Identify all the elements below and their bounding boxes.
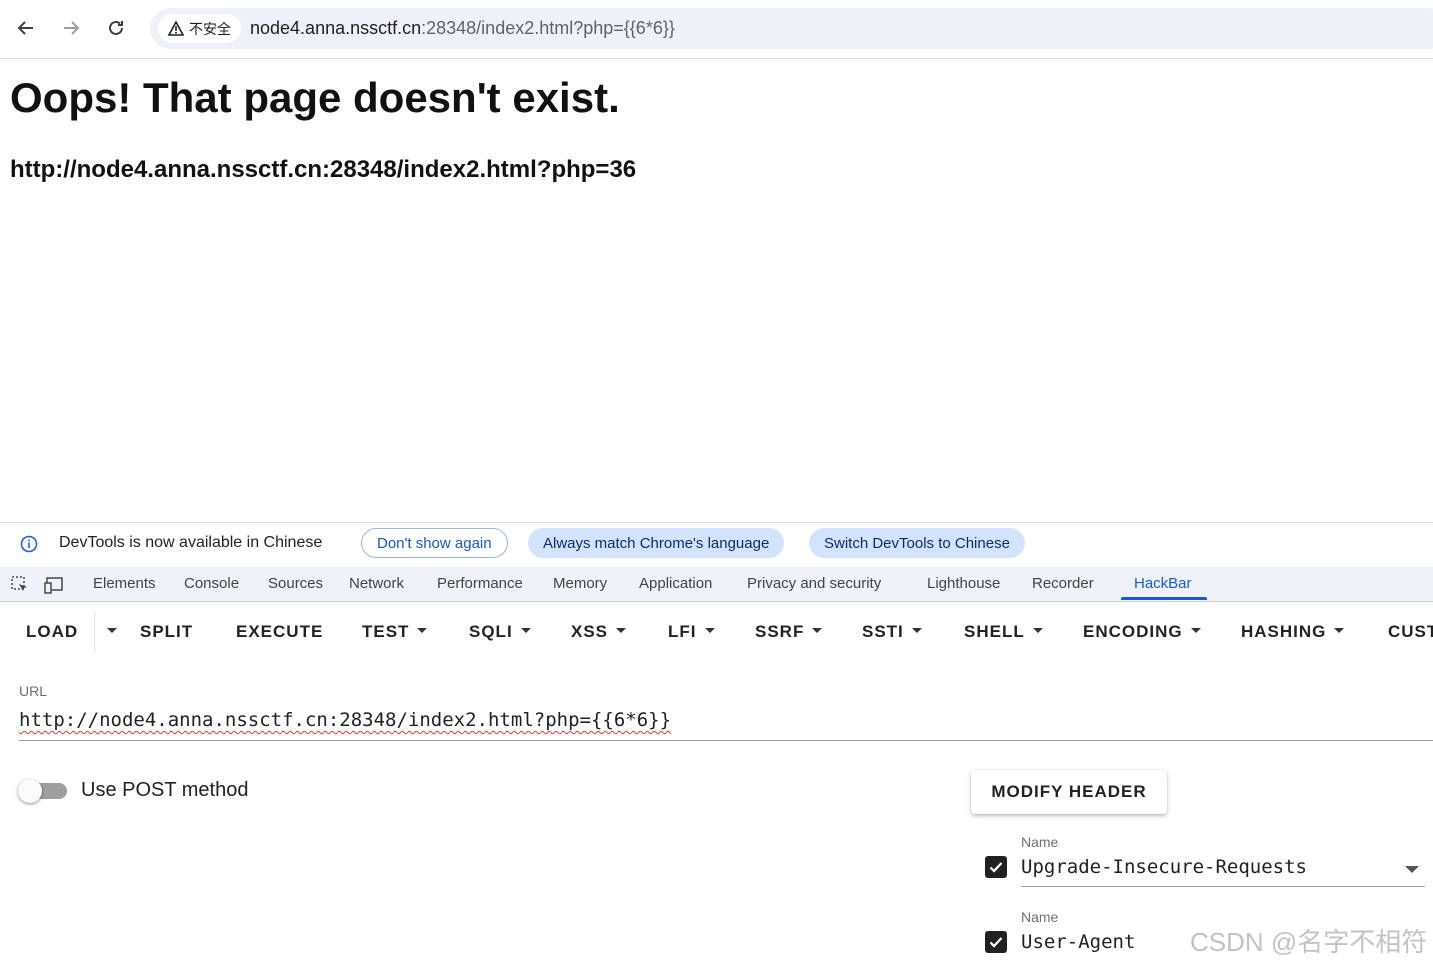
tab-application[interactable]: Application xyxy=(639,575,712,592)
forward-button[interactable] xyxy=(55,12,87,44)
url-path: :28348/index2.html?php={{6*6}} xyxy=(421,18,675,38)
test-label: TEST xyxy=(362,622,410,641)
browser-toolbar: 不安全 node4.anna.nssctf.cn:28348/index2.ht… xyxy=(0,0,1433,59)
url-field-label: URL xyxy=(19,683,48,699)
csdn-watermark: CSDN @名字不相符 xyxy=(1190,927,1428,957)
page-title: Oops! That page doesn't exist. xyxy=(10,74,620,121)
post-method-label: Use POST method xyxy=(81,779,249,801)
tab-privacy-security[interactable]: Privacy and security xyxy=(747,575,881,592)
lfi-label: LFI xyxy=(668,622,697,641)
split-button[interactable]: SPLIT xyxy=(140,622,193,642)
tab-console[interactable]: Console xyxy=(184,575,239,592)
header-input-underline xyxy=(1021,886,1425,887)
shell-menu-button[interactable]: SHELL xyxy=(964,622,1043,642)
tab-sources[interactable]: Sources xyxy=(268,575,323,592)
chevron-down-icon xyxy=(520,628,531,634)
modify-header-button[interactable]: MODIFY HEADER xyxy=(971,770,1167,814)
encoding-label: ENCODING xyxy=(1083,622,1183,641)
page-url-line: http://node4.anna.nssctf.cn:28348/index2… xyxy=(10,156,637,183)
chevron-down-icon xyxy=(911,628,922,634)
info-icon xyxy=(20,535,38,553)
header-name-label: Name xyxy=(1021,909,1059,925)
header-name-input[interactable]: Upgrade-Insecure-Requests xyxy=(1021,856,1307,878)
ssti-label: SSTI xyxy=(862,622,904,641)
devtools-tabstrip: Elements Console Sources Network Perform… xyxy=(0,567,1433,602)
toggle-knob[interactable] xyxy=(18,779,42,803)
lfi-menu-button[interactable]: LFI xyxy=(668,622,715,642)
security-label: 不安全 xyxy=(189,20,231,37)
execute-button[interactable]: EXECUTE xyxy=(236,622,323,642)
xss-label: XSS xyxy=(571,622,609,641)
reload-icon xyxy=(109,20,123,35)
ssrf-label: SSRF xyxy=(755,622,805,641)
dropdown-arrow-icon[interactable] xyxy=(1405,866,1419,873)
header-enabled-checkbox[interactable] xyxy=(985,931,1007,953)
reload-button[interactable] xyxy=(100,12,132,44)
back-arrow-icon xyxy=(17,21,33,35)
tab-lighthouse[interactable]: Lighthouse xyxy=(927,575,1000,592)
switch-chinese-button[interactable]: Switch DevTools to Chinese xyxy=(809,528,1025,558)
header-name-label: Name xyxy=(1021,834,1059,850)
hashing-menu-button[interactable]: HASHING xyxy=(1241,622,1345,642)
checkmark-icon xyxy=(989,862,1003,873)
tab-hackbar[interactable]: HackBar xyxy=(1134,575,1192,592)
tab-performance[interactable]: Performance xyxy=(437,575,523,592)
chevron-down-icon xyxy=(812,628,823,634)
toolbar-divider xyxy=(94,612,95,652)
back-button[interactable] xyxy=(10,12,42,44)
url-input-value: http://node4.anna.nssctf.cn:28348/index2… xyxy=(19,709,672,731)
chevron-down-icon xyxy=(1334,628,1345,634)
match-language-button[interactable]: Always match Chrome's language xyxy=(528,528,785,558)
encoding-menu-button[interactable]: ENCODING xyxy=(1083,622,1201,642)
load-button[interactable]: LOAD xyxy=(26,622,78,642)
tab-memory[interactable]: Memory xyxy=(553,575,607,592)
ssrf-menu-button[interactable]: SSRF xyxy=(755,622,823,642)
forward-arrow-icon xyxy=(64,21,80,35)
ssti-menu-button[interactable]: SSTI xyxy=(862,622,922,642)
xss-menu-button[interactable]: XSS xyxy=(571,622,627,642)
header-enabled-checkbox[interactable] xyxy=(985,856,1007,878)
header-row: Name Upgrade-Insecure-Requests xyxy=(985,834,1425,894)
checkmark-icon xyxy=(989,937,1003,948)
sqli-label: SQLI xyxy=(469,622,513,641)
tab-elements[interactable]: Elements xyxy=(93,575,156,592)
custom-menu-button[interactable]: CUST xyxy=(1388,622,1433,642)
chevron-down-icon xyxy=(1190,628,1201,634)
tab-recorder[interactable]: Recorder xyxy=(1032,575,1094,592)
chevron-down-icon xyxy=(417,628,428,634)
address-bar[interactable]: 不安全 node4.anna.nssctf.cn:28348/index2.ht… xyxy=(150,8,1433,49)
dont-show-again-button[interactable]: Don't show again xyxy=(361,528,508,558)
url-input-underline xyxy=(19,740,1433,741)
chevron-down-icon xyxy=(616,628,627,634)
device-toolbar-icon[interactable] xyxy=(44,575,66,595)
chevron-down-icon xyxy=(107,628,117,634)
header-name-input[interactable]: User-Agent xyxy=(1021,931,1135,953)
address-url: node4.anna.nssctf.cn:28348/index2.html?p… xyxy=(250,18,675,39)
infobar-message: DevTools is now available in Chinese xyxy=(59,534,323,551)
inspect-element-icon[interactable] xyxy=(10,575,30,595)
load-dropdown-button[interactable] xyxy=(99,622,117,642)
test-menu-button[interactable]: TEST xyxy=(362,622,428,642)
chevron-down-icon xyxy=(704,628,715,634)
url-host: node4.anna.nssctf.cn xyxy=(250,18,422,38)
warning-icon xyxy=(168,21,184,36)
security-indicator[interactable]: 不安全 xyxy=(158,14,241,43)
devtools-infobar: DevTools is now available in Chinese Don… xyxy=(0,522,1433,567)
chevron-down-icon xyxy=(1032,628,1043,634)
sqli-menu-button[interactable]: SQLI xyxy=(469,622,531,642)
hashing-label: HASHING xyxy=(1241,622,1327,641)
shell-label: SHELL xyxy=(964,622,1025,641)
hackbar-toolbar: LOAD SPLIT EXECUTE TEST SQLI XSS LFI SSR… xyxy=(0,602,1433,660)
url-input[interactable]: http://node4.anna.nssctf.cn:28348/index2… xyxy=(19,709,671,731)
tab-network[interactable]: Network xyxy=(349,575,404,592)
active-tab-indicator xyxy=(1121,597,1207,600)
